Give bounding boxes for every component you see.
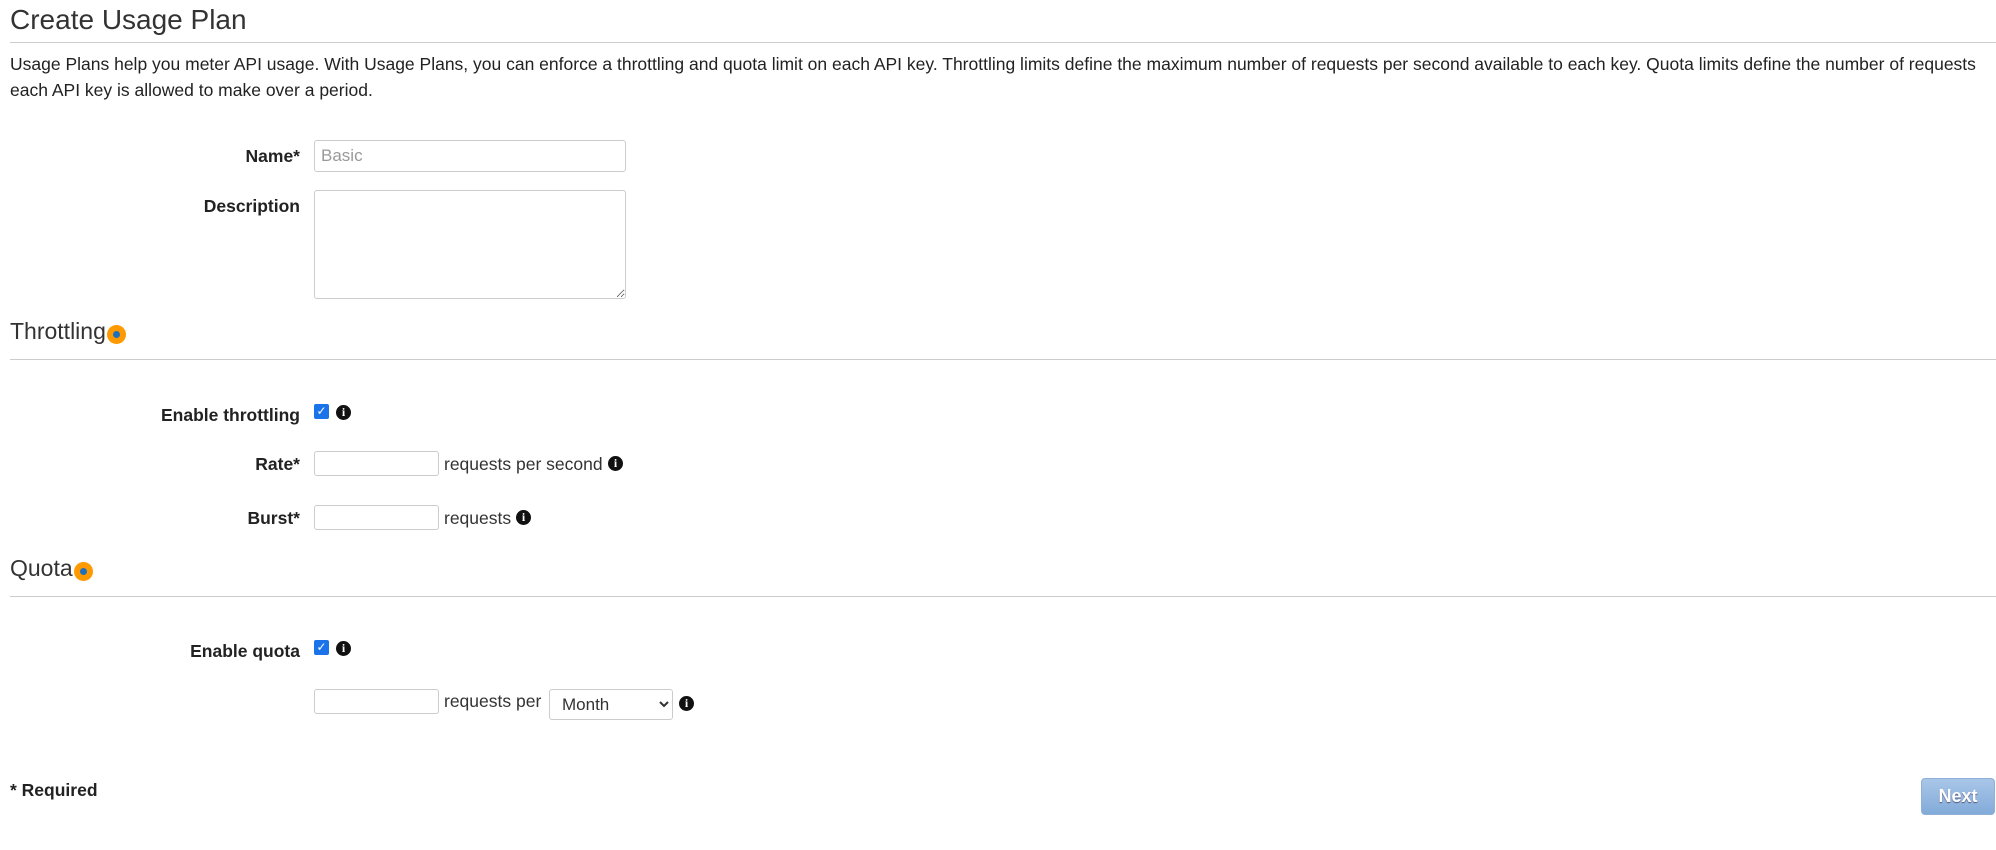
throttling-divider — [10, 359, 1996, 360]
quota-divider — [10, 596, 1996, 597]
quota-unit: requests per — [444, 691, 542, 711]
rate-input[interactable] — [314, 451, 439, 476]
burst-input[interactable] — [314, 505, 439, 530]
info-icon[interactable]: i — [516, 510, 531, 525]
info-icon[interactable]: i — [336, 405, 351, 420]
description-label: Description — [203, 196, 300, 216]
page-title: Create Usage Plan — [10, 4, 247, 35]
help-dot-icon[interactable] — [106, 325, 126, 344]
throttling-heading: Throttling — [10, 318, 126, 345]
rate-label: Rate* — [255, 454, 300, 474]
quota-heading-text: Quota — [10, 555, 73, 581]
info-icon[interactable]: i — [336, 641, 351, 656]
info-icon[interactable]: i — [679, 696, 694, 711]
name-label: Name* — [245, 146, 300, 166]
burst-unit: requests — [444, 508, 512, 528]
required-note: * Required — [10, 780, 98, 800]
enable-throttling-label: Enable throttling — [160, 405, 300, 425]
title-divider — [10, 42, 1996, 43]
throttling-heading-text: Throttling — [10, 318, 106, 344]
name-input[interactable] — [314, 140, 626, 172]
rate-unit: requests per second — [444, 454, 603, 474]
enable-throttling-checkbox[interactable]: ✓ — [314, 404, 329, 419]
quota-input[interactable] — [314, 689, 439, 714]
quota-heading: Quota — [10, 555, 93, 582]
enable-quota-checkbox[interactable]: ✓ — [314, 640, 329, 655]
next-button[interactable]: Next — [1921, 778, 1995, 815]
info-icon[interactable]: i — [608, 456, 623, 471]
quota-period-select[interactable]: Month — [549, 689, 673, 720]
description-textarea[interactable] — [314, 190, 626, 299]
burst-label: Burst* — [247, 508, 300, 528]
enable-quota-label: Enable quota — [190, 641, 300, 661]
help-dot-icon[interactable] — [73, 562, 93, 581]
intro-text: Usage Plans help you meter API usage. Wi… — [10, 54, 1976, 100]
